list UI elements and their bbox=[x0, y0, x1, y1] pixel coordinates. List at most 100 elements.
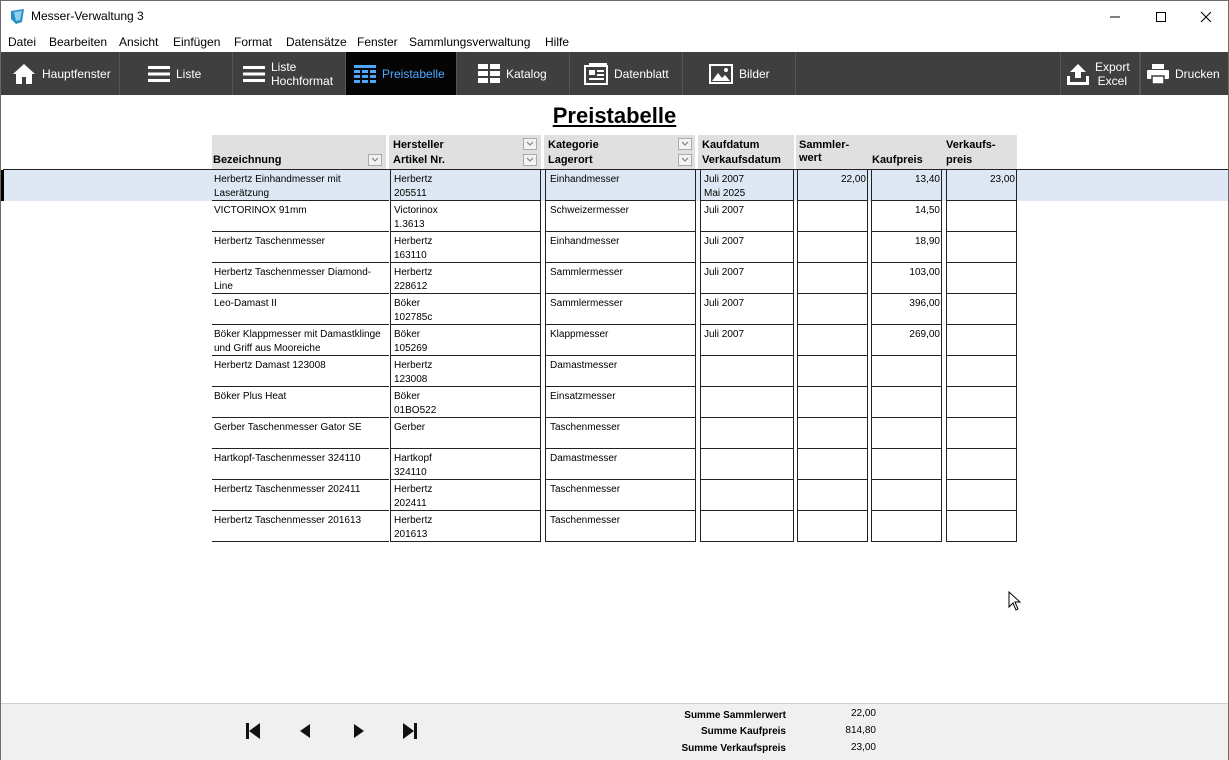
last-record-button[interactable] bbox=[399, 720, 421, 742]
cell-her[interactable]: Herbertz 123008 bbox=[390, 356, 541, 387]
cell-sam[interactable] bbox=[797, 449, 868, 480]
cell-kp[interactable]: 14,50 bbox=[871, 201, 942, 232]
sort-bezeichnung-button[interactable] bbox=[368, 154, 382, 166]
previous-record-button[interactable] bbox=[294, 720, 316, 742]
cell-kat[interactable]: Taschenmesser bbox=[545, 418, 696, 449]
table-row[interactable]: Herbertz Taschenmesser Diamond- Line Herbe… bbox=[3, 263, 1228, 294]
cell-vk[interactable] bbox=[946, 511, 1017, 542]
export-excel-button[interactable]: Export Excel bbox=[1060, 52, 1140, 95]
menu-bearbeiten[interactable]: Bearbeiten bbox=[49, 35, 107, 49]
menu-format[interactable]: Format bbox=[234, 35, 272, 49]
menu-datei[interactable]: Datei bbox=[8, 35, 36, 49]
cell-kp[interactable] bbox=[871, 449, 942, 480]
cell-kat[interactable]: Einhandmesser bbox=[545, 232, 696, 263]
menu-fenster[interactable]: Fenster bbox=[357, 35, 398, 49]
cell-bez[interactable]: Herbertz Taschenmesser 202411 bbox=[212, 480, 389, 511]
cell-kat[interactable]: Klappmesser bbox=[545, 325, 696, 356]
cell-sam[interactable] bbox=[797, 511, 868, 542]
table-row[interactable]: Herbertz Damast 123008 Herbertz 123008 Dama… bbox=[3, 356, 1228, 387]
cell-bez[interactable]: VICTORINOX 91mm bbox=[212, 201, 389, 232]
tab-datenblatt[interactable]: Datenblatt bbox=[570, 52, 683, 95]
sort-artikel-button[interactable] bbox=[523, 154, 537, 166]
table-row[interactable]: Hartkopf-Taschenmesser 324110 Hartkopf 324… bbox=[3, 449, 1228, 480]
cell-kp[interactable]: 396,00 bbox=[871, 294, 942, 325]
cell-her[interactable]: Herbertz 163110 bbox=[390, 232, 541, 263]
tab-liste-hochformat[interactable]: Liste Hochformat bbox=[233, 52, 346, 95]
table-row[interactable]: Böker Klappmesser mit Damastklinge und Gr… bbox=[3, 325, 1228, 356]
cell-vk[interactable]: 23,00 bbox=[946, 170, 1017, 201]
cell-her[interactable]: Herbertz 205511 bbox=[390, 170, 541, 201]
header-bezeichnung[interactable]: Bezeichnung bbox=[212, 135, 386, 169]
cell-her[interactable]: Hartkopf 324110 bbox=[390, 449, 541, 480]
tab-katalog[interactable]: Katalog bbox=[457, 52, 570, 95]
cell-kp[interactable] bbox=[871, 387, 942, 418]
menu-datensaetze[interactable]: Datensätze bbox=[286, 35, 347, 49]
cell-dat[interactable] bbox=[700, 480, 794, 511]
cell-her[interactable]: Böker 105269 bbox=[390, 325, 541, 356]
cell-dat[interactable]: Juli 2007 bbox=[700, 325, 794, 356]
next-record-button[interactable] bbox=[348, 720, 370, 742]
print-button[interactable]: Drucken bbox=[1140, 52, 1228, 95]
table-row[interactable]: Herbertz Taschenmesser 201613 Herbertz 201… bbox=[3, 511, 1228, 542]
cell-dat[interactable] bbox=[700, 418, 794, 449]
menu-sammlungsverwaltung[interactable]: Sammlungsverwaltung bbox=[409, 35, 530, 49]
minimize-button[interactable] bbox=[1092, 1, 1138, 32]
cell-her[interactable]: Herbertz 202411 bbox=[390, 480, 541, 511]
cell-bez[interactable]: Herbertz Taschenmesser Diamond- Line bbox=[212, 263, 389, 294]
cell-sam[interactable] bbox=[797, 201, 868, 232]
cell-bez[interactable]: Gerber Taschenmesser Gator SE bbox=[212, 418, 389, 449]
cell-sam[interactable] bbox=[797, 294, 868, 325]
cell-vk[interactable] bbox=[946, 294, 1017, 325]
cell-dat[interactable]: Juli 2007 bbox=[700, 294, 794, 325]
cell-kp[interactable]: 13,40 bbox=[871, 170, 942, 201]
cell-kat[interactable]: Einsatzmesser bbox=[545, 387, 696, 418]
cell-sam[interactable] bbox=[797, 325, 868, 356]
sort-hersteller-button[interactable] bbox=[523, 138, 537, 150]
table-row[interactable]: Gerber Taschenmesser Gator SE Gerber Tasch… bbox=[3, 418, 1228, 449]
cell-kp[interactable] bbox=[871, 511, 942, 542]
cell-kat[interactable]: Damastmesser bbox=[545, 356, 696, 387]
cell-kp[interactable] bbox=[871, 418, 942, 449]
table-row[interactable]: Leo-Damast II Böker 102785c Sammlermesser Ju… bbox=[3, 294, 1228, 325]
maximize-button[interactable] bbox=[1138, 1, 1184, 32]
cell-sam[interactable] bbox=[797, 387, 868, 418]
cell-vk[interactable] bbox=[946, 356, 1017, 387]
cell-vk[interactable] bbox=[946, 201, 1017, 232]
cell-dat[interactable] bbox=[700, 356, 794, 387]
cell-kat[interactable]: Taschenmesser bbox=[545, 480, 696, 511]
cell-sam[interactable] bbox=[797, 232, 868, 263]
tab-bilder[interactable]: Bilder bbox=[683, 52, 796, 95]
cell-vk[interactable] bbox=[946, 449, 1017, 480]
cell-her[interactable]: Böker 102785c bbox=[390, 294, 541, 325]
cell-sam[interactable] bbox=[797, 418, 868, 449]
tab-preistabelle[interactable]: Preistabelle bbox=[346, 52, 457, 95]
cell-sam[interactable]: 22,00 bbox=[797, 170, 868, 201]
cell-kp[interactable] bbox=[871, 356, 942, 387]
cell-vk[interactable] bbox=[946, 480, 1017, 511]
cell-kp[interactable]: 103,00 bbox=[871, 263, 942, 294]
cell-dat[interactable]: Juli 2007 bbox=[700, 232, 794, 263]
cell-sam[interactable] bbox=[797, 480, 868, 511]
cell-kat[interactable]: Einhandmesser bbox=[545, 170, 696, 201]
menu-hilfe[interactable]: Hilfe bbox=[545, 35, 569, 49]
cell-sam[interactable] bbox=[797, 356, 868, 387]
cell-vk[interactable] bbox=[946, 387, 1017, 418]
cell-kat[interactable]: Taschenmesser bbox=[545, 511, 696, 542]
tab-hauptfenster[interactable]: Hauptfenster bbox=[1, 52, 120, 95]
tab-liste[interactable]: Liste bbox=[120, 52, 233, 95]
cell-kat[interactable]: Schweizermesser bbox=[545, 201, 696, 232]
close-button[interactable] bbox=[1183, 1, 1229, 32]
cell-kat[interactable]: Sammlermesser bbox=[545, 294, 696, 325]
menu-einfuegen[interactable]: Einfügen bbox=[173, 35, 220, 49]
cell-kat[interactable]: Sammlermesser bbox=[545, 263, 696, 294]
cell-vk[interactable] bbox=[946, 263, 1017, 294]
cell-bez[interactable]: Herbertz Einhandmesser mit Laserätzung bbox=[212, 170, 389, 201]
table-row[interactable]: Herbertz Taschenmesser Herbertz 163110 Einh… bbox=[3, 232, 1228, 263]
cell-kp[interactable] bbox=[871, 480, 942, 511]
cell-her[interactable]: Böker 01BO522 bbox=[390, 387, 541, 418]
menu-ansicht[interactable]: Ansicht bbox=[119, 35, 158, 49]
cell-bez[interactable]: Hartkopf-Taschenmesser 324110 bbox=[212, 449, 389, 480]
cell-kp[interactable]: 269,00 bbox=[871, 325, 942, 356]
header-kategorie[interactable]: Kategorie Lagerort bbox=[544, 135, 695, 169]
cell-bez[interactable]: Böker Plus Heat bbox=[212, 387, 389, 418]
